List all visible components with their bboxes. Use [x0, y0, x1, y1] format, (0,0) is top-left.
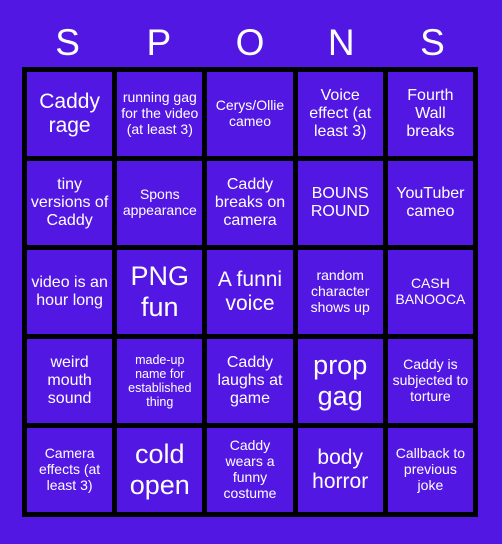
bingo-cell[interactable]: PNG fun: [117, 250, 203, 334]
header-letter-1: S: [55, 22, 80, 63]
bingo-header-row: S P O N S: [22, 18, 478, 67]
bingo-cell[interactable]: Caddy laughs at game: [207, 339, 293, 423]
bingo-cell[interactable]: Callback to previous joke: [387, 428, 473, 512]
bingo-cell[interactable]: cold open: [117, 428, 203, 512]
bingo-card: S P O N S Caddy rage running gag for the…: [0, 0, 502, 544]
bingo-cell[interactable]: running gag for the video (at least 3): [117, 72, 203, 156]
bingo-grid: Caddy rage running gag for the video (at…: [22, 67, 478, 517]
bingo-cell[interactable]: Caddy wears a funny costume: [207, 428, 293, 512]
bingo-cell[interactable]: prop gag: [297, 339, 383, 423]
bingo-cell[interactable]: Caddy rage: [27, 72, 113, 156]
bingo-cell[interactable]: random character shows up: [297, 250, 383, 334]
header-letter-3: O: [235, 22, 265, 63]
header-letter-2: P: [146, 22, 172, 63]
bingo-cell[interactable]: body horror: [297, 428, 383, 512]
bingo-cell[interactable]: weird mouth sound: [27, 339, 113, 423]
header-letter-4: N: [327, 22, 355, 63]
header-letter-5: S: [420, 22, 445, 63]
bingo-cell[interactable]: YouTuber cameo: [387, 161, 473, 245]
bingo-cell[interactable]: made-up name for established thing: [117, 339, 203, 423]
bingo-cell[interactable]: video is an hour long: [27, 250, 113, 334]
bingo-cell[interactable]: Fourth Wall breaks: [387, 72, 473, 156]
bingo-cell[interactable]: Cerys/Ollie cameo: [207, 72, 293, 156]
bingo-cell[interactable]: BOUNS ROUND: [297, 161, 383, 245]
bingo-cell[interactable]: Caddy breaks on camera: [207, 161, 293, 245]
bingo-cell[interactable]: Spons appearance: [117, 161, 203, 245]
bingo-cell[interactable]: Camera effects (at least 3): [27, 428, 113, 512]
bingo-cell[interactable]: tiny versions of Caddy: [27, 161, 113, 245]
bingo-cell[interactable]: Caddy is subjected to torture: [387, 339, 473, 423]
bingo-cell[interactable]: CASH BANOOCA: [387, 250, 473, 334]
bingo-cell[interactable]: Voice effect (at least 3): [297, 72, 383, 156]
bingo-cell[interactable]: A funni voice: [207, 250, 293, 334]
